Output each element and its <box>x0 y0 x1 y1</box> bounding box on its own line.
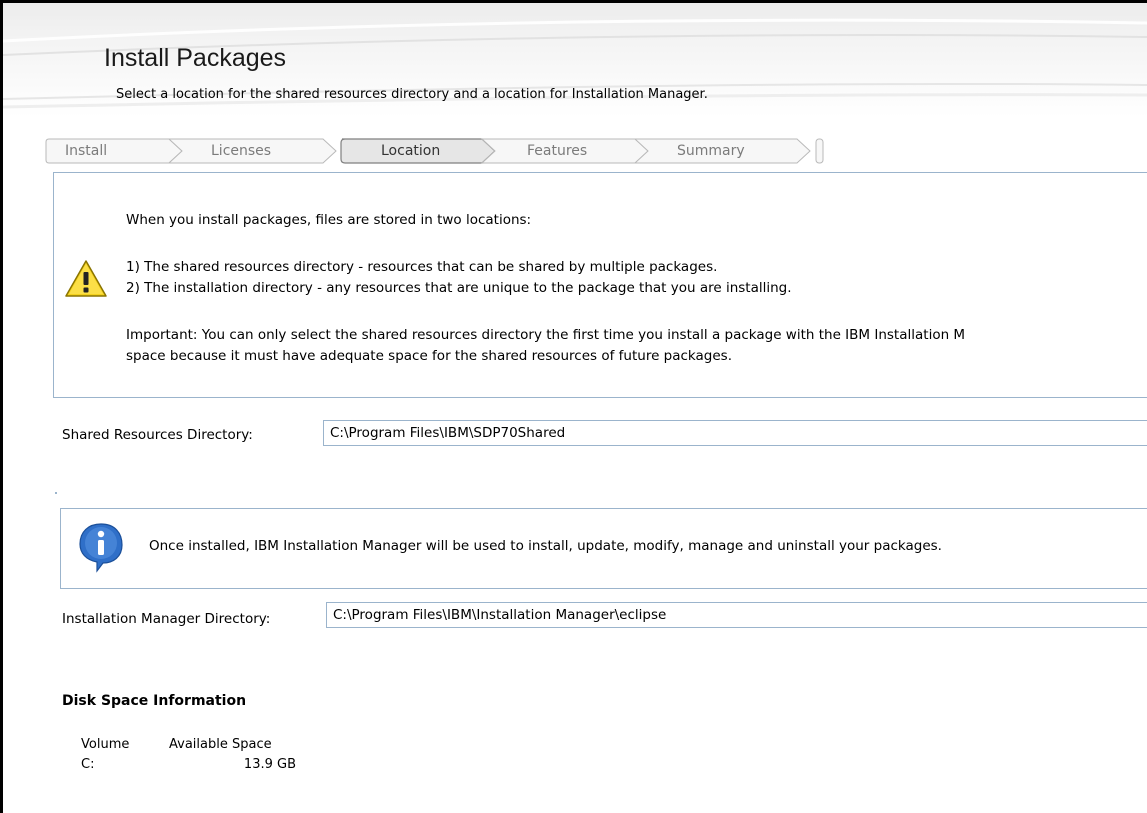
installation-manager-directory-input[interactable] <box>326 602 1147 628</box>
warning-icon <box>65 260 107 297</box>
window-border-left <box>0 0 3 813</box>
step-features-label: Features <box>527 143 588 159</box>
info-icon <box>79 523 123 573</box>
page-title: Install Packages <box>104 44 287 72</box>
disk-space-heading: Disk Space Information <box>62 693 247 709</box>
step-summary-label: Summary <box>677 143 745 159</box>
warning-item-1: 1) The shared resources directory - reso… <box>126 259 718 275</box>
info-text: Once installed, IBM Installation Manager… <box>149 538 942 554</box>
step-install-label: Install <box>65 143 108 159</box>
step-licenses[interactable]: Licenses <box>175 138 335 164</box>
separator-dot <box>55 492 57 494</box>
disk-space-column-volume: Volume <box>81 737 130 752</box>
warning-important-line-2: space because it must have adequate spac… <box>126 348 732 364</box>
warning-intro-text: When you install packages, files are sto… <box>126 212 532 228</box>
step-location-label: Location <box>381 143 441 159</box>
shared-resources-label: Shared Resources Directory: <box>62 427 253 443</box>
shared-resources-directory-input[interactable] <box>323 420 1147 446</box>
step-install[interactable]: Install <box>45 138 175 164</box>
step-features[interactable]: Features <box>491 138 641 164</box>
step-location[interactable]: Location <box>341 138 491 164</box>
disk-space-column-available: Available Space <box>169 737 272 752</box>
warning-important-line-1: Important: You can only select the share… <box>126 327 966 343</box>
step-licenses-label: Licenses <box>211 143 272 159</box>
warning-item-2: 2) The installation directory - any reso… <box>126 280 792 296</box>
disk-space-row-available: 13.9 GB <box>243 757 296 772</box>
wizard-steps: Install Licenses Location Features Summa… <box>45 138 825 164</box>
installation-manager-label: Installation Manager Directory: <box>62 611 271 627</box>
step-summary[interactable]: Summary <box>641 138 806 164</box>
header-banner: Install Packages Select a location for t… <box>3 3 1147 117</box>
disk-space-row-volume: C: <box>81 757 95 772</box>
page-subtitle: Select a location for the shared resourc… <box>116 87 708 102</box>
